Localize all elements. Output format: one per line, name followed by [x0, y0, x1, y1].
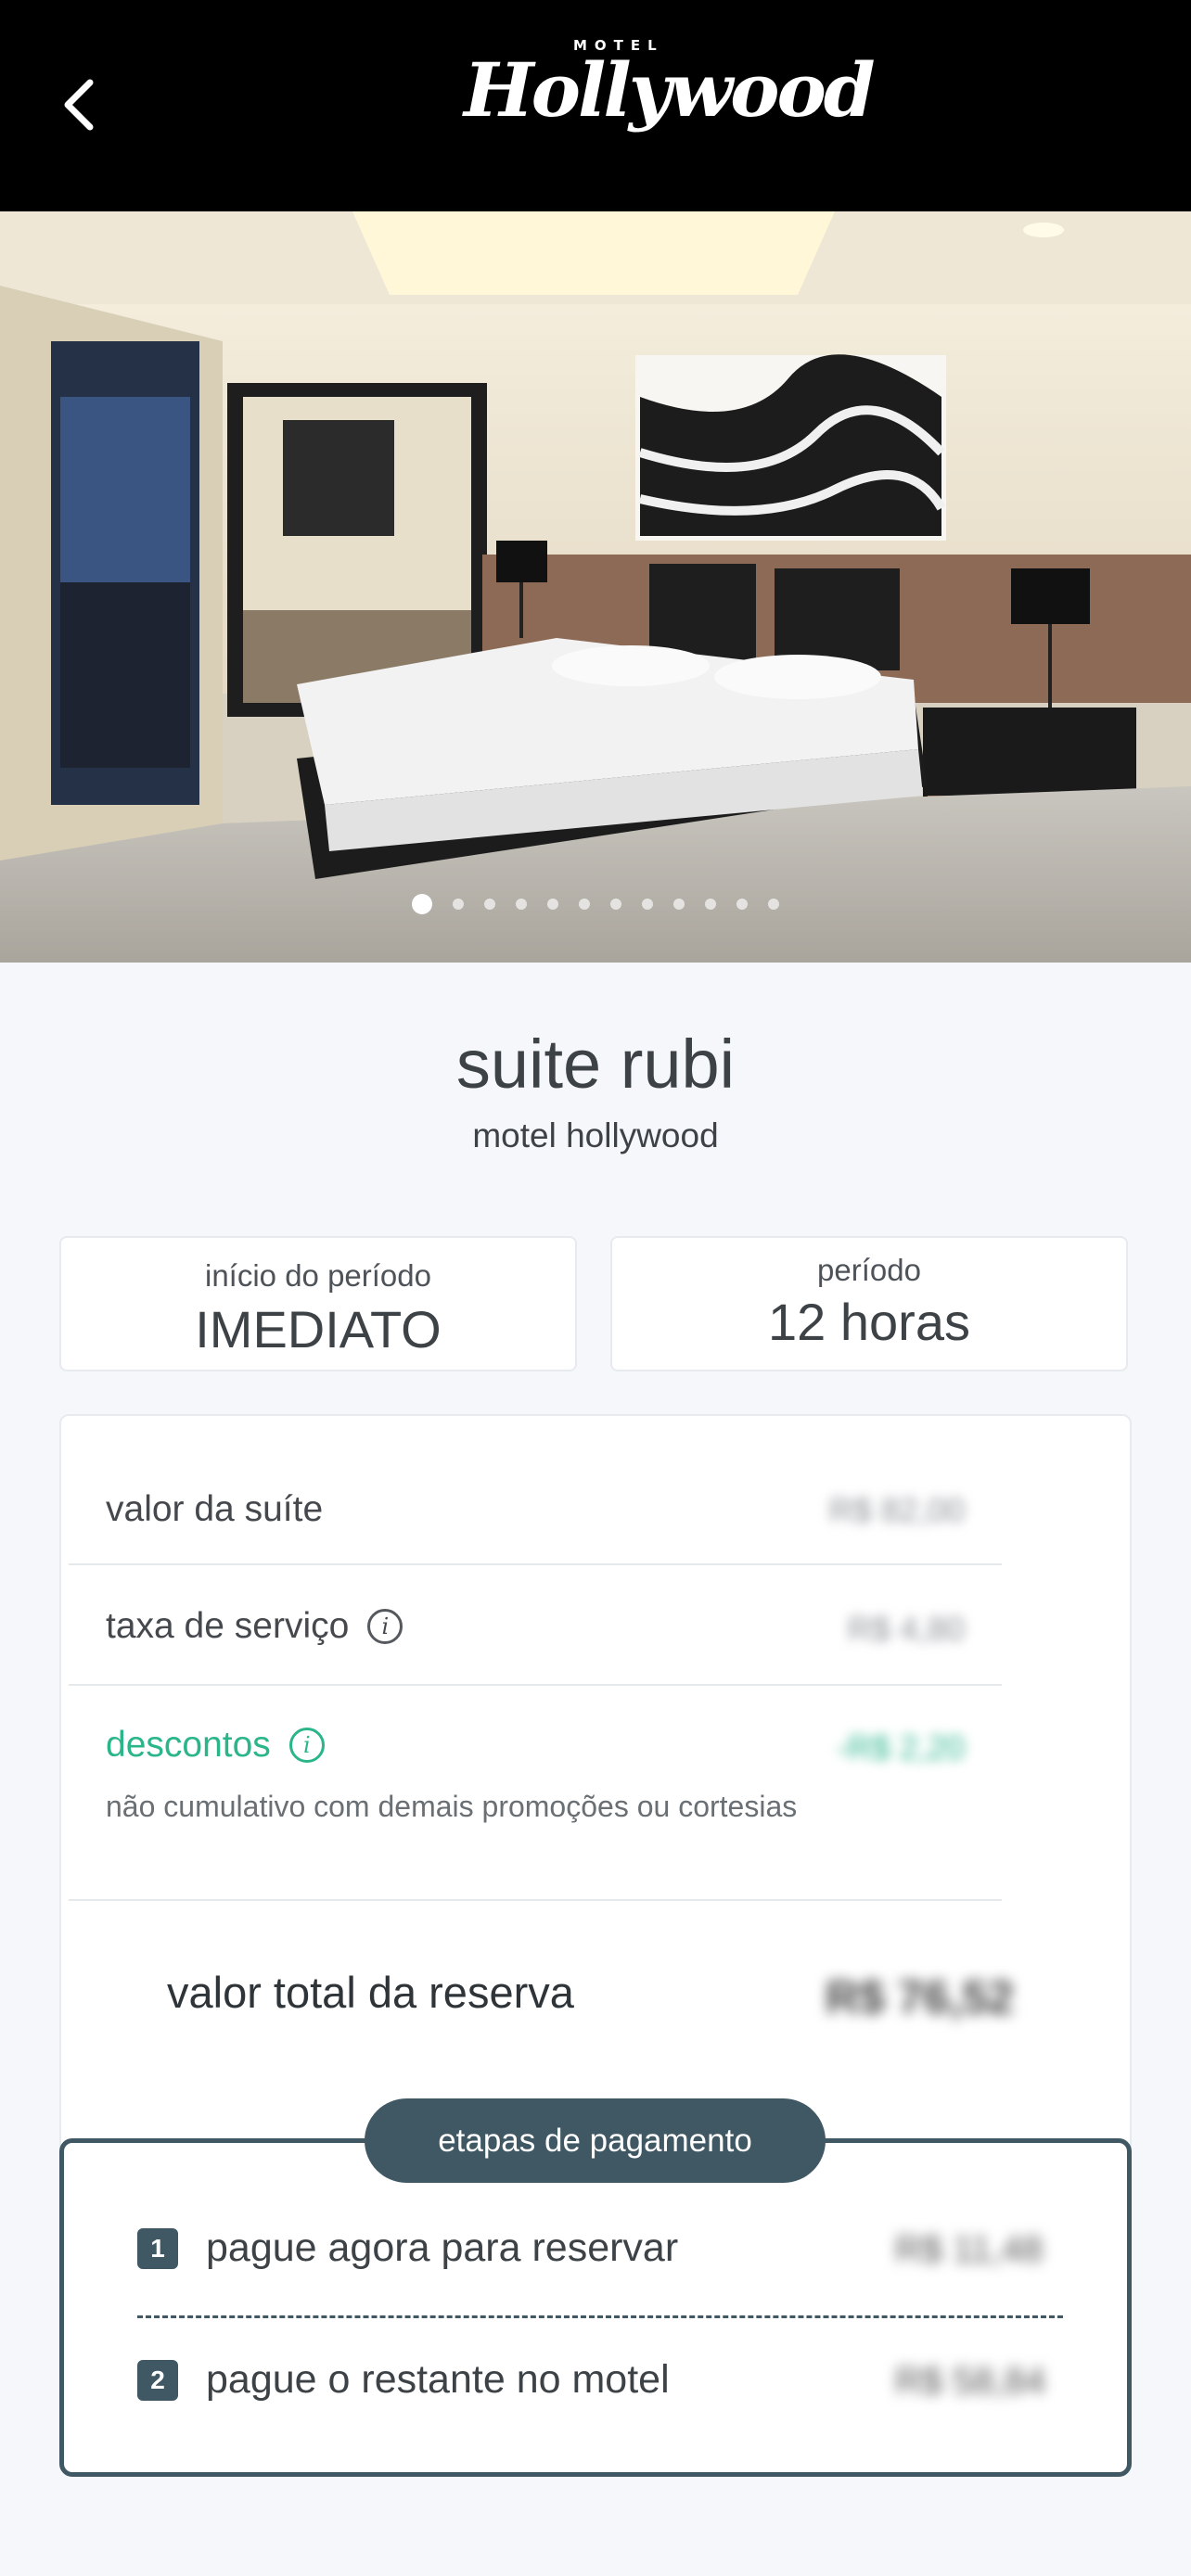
gallery-dot[interactable] — [453, 899, 464, 910]
payment-steps-box — [59, 2138, 1132, 2477]
gallery-dot[interactable] — [412, 894, 432, 914]
gallery-dot[interactable] — [642, 899, 653, 910]
service-fee-label: taxa de serviço — [106, 1606, 350, 1646]
suite-value-amount: R$ 82,00 — [828, 1491, 965, 1529]
payment-steps-title: etapas de pagamento — [365, 2098, 826, 2183]
gallery-dot[interactable] — [579, 899, 590, 910]
app-header: MOTEL Hollywood — [0, 0, 1191, 211]
discount-row: descontos i -R$ 2,20 não cumulativo com … — [69, 1686, 1002, 1901]
step-2-amount: R$ 58,84 — [895, 2361, 1046, 2402]
suite-photo[interactable] — [0, 211, 1191, 963]
step-divider — [137, 2315, 1063, 2318]
suite-value-label: valor da suíte — [106, 1489, 324, 1529]
suite-value-row: valor da suíte R$ 82,00 — [69, 1443, 1002, 1565]
step-number: 2 — [137, 2359, 178, 2401]
gallery-dot[interactable] — [673, 899, 685, 910]
step-label: pague agora para reservar — [206, 2225, 679, 2270]
gallery-dot[interactable] — [736, 899, 748, 910]
suite-image — [0, 211, 1191, 963]
gallery-dot[interactable] — [547, 899, 558, 910]
suite-title: suite rubi — [455, 1026, 736, 1103]
step-1-amount: R$ 11,48 — [895, 2229, 1044, 2270]
gallery-dot[interactable] — [484, 899, 495, 910]
total-label: valor total da reserva — [167, 1968, 574, 2017]
service-fee-row: taxa de serviço i R$ 4,80 — [69, 1565, 1002, 1686]
start-period-label: início do período — [204, 1258, 431, 1293]
gallery-pagination — [0, 894, 1191, 914]
discount-note: não cumulativo com demais promoções ou c… — [106, 1790, 798, 1823]
discount-amount: -R$ 2,20 — [836, 1728, 965, 1766]
step-label: pague o restante no motel — [206, 2357, 670, 2402]
chevron-left-icon — [64, 79, 94, 131]
motel-name: motel hollywood — [472, 1116, 719, 1154]
gallery-dot[interactable] — [516, 899, 527, 910]
gallery-dot[interactable] — [610, 899, 621, 910]
total-amount: R$ 76,52 — [826, 1971, 1014, 2023]
hollywood-logo: MOTEL Hollywood — [464, 37, 876, 134]
info-icon[interactable]: i — [367, 1609, 403, 1644]
gallery-dot[interactable] — [705, 899, 716, 910]
back-button[interactable] — [46, 72, 111, 137]
service-fee-amount: R$ 4,80 — [847, 1610, 965, 1648]
start-period-box[interactable]: início do período IMEDIATO — [59, 1236, 577, 1371]
step-number: 1 — [137, 2227, 178, 2269]
gallery-dot[interactable] — [768, 899, 779, 910]
discount-label: descontos — [106, 1725, 271, 1765]
period-box[interactable]: período 12 horas — [610, 1236, 1128, 1371]
period-value: 12 horas — [768, 1293, 970, 1351]
info-icon[interactable]: i — [288, 1728, 325, 1763]
payment-step-1: 1 pague agora para reservar — [137, 2225, 678, 2271]
start-period-value: IMEDIATO — [195, 1300, 442, 1358]
period-label: período — [817, 1253, 921, 1287]
payment-step-2: 2 pague o restante no motel — [137, 2357, 670, 2403]
